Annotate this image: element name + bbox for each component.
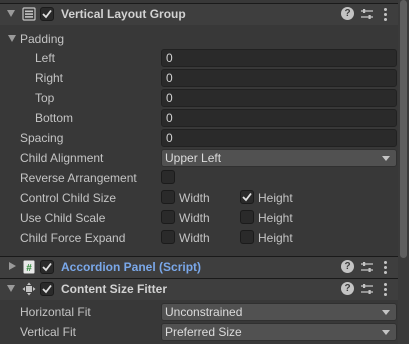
padding-top-field[interactable]: 0 — [161, 89, 397, 107]
horizontal-fit-label: Horizontal Fit — [20, 305, 91, 319]
checkmark-icon — [42, 9, 52, 19]
content-size-fitter-icon — [22, 282, 36, 296]
checkmark-icon — [42, 284, 52, 294]
presets-icon[interactable] — [360, 282, 374, 296]
kebab-menu-icon[interactable] — [384, 261, 388, 275]
presets-icon[interactable] — [360, 260, 374, 274]
use-child-scale-label: Use Child Scale — [20, 211, 106, 225]
padding-right-label: Right — [35, 71, 64, 85]
horizontal-fit-dropdown[interactable]: Unconstrained — [161, 303, 397, 321]
horizontal-fit-value: Unconstrained — [165, 305, 243, 319]
width-label: Width — [179, 191, 210, 205]
child-alignment-label: Child Alignment — [20, 151, 104, 165]
foldout-arrow-icon[interactable] — [8, 35, 16, 42]
content-size-fitter-header[interactable]: Content Size Fitter ? — [0, 278, 409, 300]
use-child-scale-height-checkbox[interactable] — [240, 210, 254, 224]
accordion-panel-header[interactable]: # Accordion Panel (Script) ? — [0, 256, 409, 278]
reverse-arrangement-row: Reverse Arrangement — [0, 169, 398, 187]
vertical-fit-value: Preferred Size — [165, 325, 242, 339]
use-child-scale-row: Use Child Scale Width Height — [0, 209, 398, 227]
foldout-arrow-icon[interactable] — [9, 262, 16, 270]
checkmark-icon — [242, 192, 252, 202]
vertical-layout-group-header[interactable]: Vertical Layout Group ? — [0, 3, 409, 25]
width-label: Width — [179, 211, 210, 225]
height-label: Height — [258, 211, 293, 225]
inspector-panel: Vertical Layout Group ? Padding Left 0 R… — [0, 0, 409, 344]
use-child-scale-width-checkbox[interactable] — [161, 210, 175, 224]
padding-right-field[interactable]: 0 — [161, 69, 397, 87]
enable-checkbox[interactable] — [40, 7, 54, 21]
svg-text:#: # — [26, 263, 32, 274]
enable-checkbox[interactable] — [40, 260, 54, 274]
child-force-expand-label: Child Force Expand — [20, 231, 126, 245]
padding-bottom-field[interactable]: 0 — [161, 109, 397, 127]
spacing-row: Spacing 0 — [0, 129, 398, 147]
padding-left-row: Left 0 — [0, 49, 398, 67]
chevron-down-icon — [382, 310, 390, 315]
padding-foldout[interactable]: Padding — [0, 30, 398, 48]
padding-top-label: Top — [35, 91, 55, 105]
padding-left-label: Left — [35, 51, 56, 65]
help-icon[interactable]: ? — [341, 7, 354, 20]
kebab-menu-icon[interactable] — [384, 283, 388, 297]
script-icon: # — [23, 260, 35, 274]
spacing-field[interactable]: 0 — [161, 129, 397, 147]
control-child-size-height-checkbox[interactable] — [240, 190, 254, 204]
control-child-size-row: Control Child Size Width Height — [0, 189, 398, 207]
component-title: Vertical Layout Group — [61, 7, 186, 21]
padding-right-row: Right 0 — [0, 69, 398, 87]
chevron-down-icon — [382, 330, 390, 335]
layout-group-icon — [22, 7, 36, 21]
child-alignment-row: Child Alignment Upper Left — [0, 149, 398, 167]
scrollbar-thumb[interactable] — [400, 0, 407, 258]
chevron-down-icon — [382, 156, 390, 161]
horizontal-fit-row: Horizontal Fit Unconstrained — [0, 303, 398, 321]
reverse-arrangement-label: Reverse Arrangement — [20, 171, 137, 185]
child-alignment-dropdown[interactable]: Upper Left — [161, 149, 397, 167]
spacing-label: Spacing — [20, 131, 64, 145]
vertical-fit-label: Vertical Fit — [20, 325, 77, 339]
help-icon[interactable]: ? — [341, 282, 354, 295]
padding-bottom-row: Bottom 0 — [0, 109, 398, 127]
kebab-menu-icon[interactable] — [384, 8, 388, 22]
foldout-arrow-icon[interactable] — [7, 10, 15, 17]
vertical-fit-dropdown[interactable]: Preferred Size — [161, 323, 397, 341]
enable-checkbox[interactable] — [40, 282, 54, 296]
height-label: Height — [258, 191, 293, 205]
child-force-expand-row: Child Force Expand Width Height — [0, 229, 398, 247]
padding-label: Padding — [20, 32, 65, 46]
child-force-expand-width-checkbox[interactable] — [161, 230, 175, 244]
checkmark-icon — [42, 262, 52, 272]
component-title[interactable]: Accordion Panel (Script) — [61, 260, 201, 274]
width-label: Width — [179, 231, 210, 245]
child-alignment-value: Upper Left — [165, 151, 222, 165]
height-label: Height — [258, 231, 293, 245]
component-title: Content Size Fitter — [61, 282, 168, 296]
help-icon[interactable]: ? — [341, 260, 354, 273]
control-child-size-width-checkbox[interactable] — [161, 190, 175, 204]
vertical-fit-row: Vertical Fit Preferred Size — [0, 323, 398, 341]
padding-bottom-label: Bottom — [35, 111, 74, 125]
padding-left-field[interactable]: 0 — [161, 49, 397, 67]
padding-top-row: Top 0 — [0, 89, 398, 107]
child-force-expand-height-checkbox[interactable] — [240, 230, 254, 244]
presets-icon[interactable] — [360, 7, 374, 21]
foldout-arrow-icon[interactable] — [7, 285, 15, 292]
reverse-arrangement-checkbox[interactable] — [161, 170, 175, 184]
control-child-size-label: Control Child Size — [20, 191, 117, 205]
